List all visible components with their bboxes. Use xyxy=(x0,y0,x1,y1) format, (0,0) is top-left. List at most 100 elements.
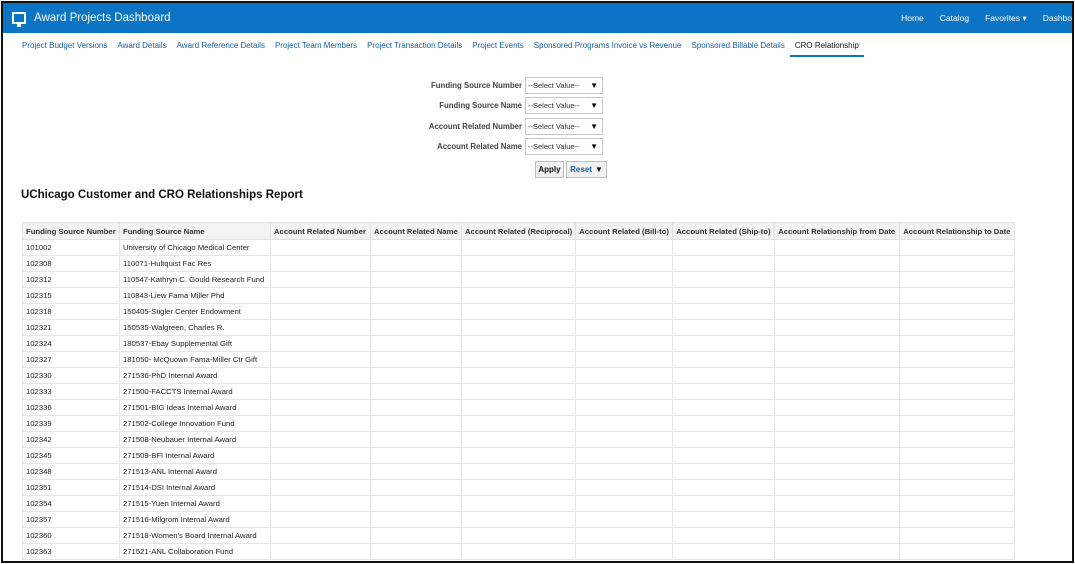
table-cell xyxy=(270,287,371,304)
table-cell xyxy=(370,527,462,544)
table-cell xyxy=(899,431,1016,448)
table-cell xyxy=(460,447,577,464)
table-cell xyxy=(270,543,371,560)
table-cell xyxy=(774,335,901,352)
table-row: 102321 150535-Walgreen, Charles R. xyxy=(22,319,1016,336)
nav-catalog-link[interactable]: Catalog xyxy=(940,13,969,23)
table-cell xyxy=(460,479,577,496)
table-cell xyxy=(774,463,901,480)
table-row: 102360 271518-Women's Board Internal Awar… xyxy=(22,527,1016,544)
table-cell: 102321 xyxy=(22,319,120,336)
table-cell: 102330 xyxy=(22,367,120,384)
table-cell xyxy=(460,415,577,432)
table-cell xyxy=(370,367,462,384)
table-cell xyxy=(899,287,1016,304)
table-cell: 271514-DSI Internal Award xyxy=(119,479,271,496)
column-header[interactable]: Account Relationship from Date xyxy=(774,222,901,240)
table-cell xyxy=(270,351,371,368)
table-cell xyxy=(270,399,371,416)
select-value: --Select Value-- xyxy=(528,80,580,90)
table-cell xyxy=(899,335,1016,352)
column-header[interactable]: Account Related Name xyxy=(370,222,462,240)
table-cell xyxy=(575,415,674,432)
nav-favorites-menu[interactable]: Favorites xyxy=(985,13,1027,24)
table-cell xyxy=(270,495,371,512)
table-cell xyxy=(774,303,901,320)
column-header[interactable]: Account Related (Ship-to) xyxy=(672,222,776,240)
column-header[interactable]: Account Related (Bill-to) xyxy=(575,222,674,240)
table-cell xyxy=(460,351,577,368)
tab-project-team-members[interactable]: Project Team Members xyxy=(270,41,362,57)
prompt-select[interactable]: --Select Value-- ▼ xyxy=(525,76,603,94)
table-cell xyxy=(672,479,776,496)
table-cell xyxy=(672,495,776,512)
table-cell xyxy=(370,511,462,528)
table-cell xyxy=(370,399,462,416)
app-header: Award Projects Dashboard Home Catalog Fa… xyxy=(3,3,1072,33)
tab-award-reference-details[interactable]: Award Reference Details xyxy=(172,41,270,57)
column-header[interactable]: Funding Source Name xyxy=(119,222,271,240)
table-cell: 271501-BIG Ideas Internal Award xyxy=(119,399,271,416)
apply-button[interactable]: Apply xyxy=(535,161,564,178)
column-header[interactable]: Account Relationship to Date xyxy=(899,222,1016,240)
caret-down-icon[interactable]: ▼ xyxy=(590,81,598,90)
tab-sponsored-billable-details[interactable]: Sponsored Billable Details xyxy=(686,41,789,57)
table-cell xyxy=(270,239,371,256)
column-header[interactable]: Account Related (Reciprocal) xyxy=(460,222,577,240)
table-cell: 110547-Kathryn C. Gould Research Fund xyxy=(119,271,271,288)
table-cell xyxy=(460,319,577,336)
table-cell xyxy=(672,511,776,528)
tab-project-events[interactable]: Project Events xyxy=(467,41,529,57)
table-cell xyxy=(672,527,776,544)
reset-button[interactable]: Reset ▼ xyxy=(566,161,607,178)
prompt-select[interactable]: --Select Value-- ▼ xyxy=(525,137,603,155)
table-cell xyxy=(575,255,674,272)
tab-project-transaction-details[interactable]: Project Transaction Details xyxy=(362,41,467,57)
table-cell xyxy=(370,543,462,560)
prompt-row: Account Related Name --Select Value-- ▼ xyxy=(383,137,603,155)
table-cell xyxy=(270,367,371,384)
column-header[interactable]: Funding Source Number xyxy=(22,222,120,240)
tab-project-budget-versions[interactable]: Project Budget Versions xyxy=(17,41,112,57)
nav-dashboards-menu[interactable]: Dashbo xyxy=(1043,13,1072,23)
tab-award-details[interactable]: Award Details xyxy=(112,41,171,57)
app-window: Award Projects Dashboard Home Catalog Fa… xyxy=(1,1,1074,563)
monitor-icon xyxy=(12,12,26,27)
column-header[interactable]: Account Related Number xyxy=(270,222,371,240)
table-row: 102345 271509-BFI Internal Award xyxy=(22,447,1016,464)
caret-down-icon[interactable]: ▼ xyxy=(590,101,598,110)
table-cell xyxy=(575,287,674,304)
table-cell xyxy=(270,447,371,464)
table-cell xyxy=(899,367,1016,384)
table-cell: 271502-College Innovation Fund xyxy=(119,415,271,432)
table-cell xyxy=(370,335,462,352)
table-cell xyxy=(575,495,674,512)
table-cell: 102363 xyxy=(22,543,120,560)
table-cell xyxy=(370,431,462,448)
table-cell xyxy=(460,239,577,256)
caret-down-icon[interactable]: ▼ xyxy=(590,142,598,151)
table-cell xyxy=(774,271,901,288)
table-cell xyxy=(899,383,1016,400)
table-cell xyxy=(774,383,901,400)
table-row: 102330 271536-PhD Internal Award xyxy=(22,367,1016,384)
table-cell xyxy=(460,335,577,352)
tab-sponsored-programs-invoice-vs-revenue[interactable]: Sponsored Programs Invoice vs Revenue xyxy=(529,41,687,57)
table-cell: 102357 xyxy=(22,511,120,528)
table-cell xyxy=(460,463,577,480)
table-cell xyxy=(899,479,1016,496)
table-cell xyxy=(575,463,674,480)
prompt-label: Funding Source Number xyxy=(431,80,522,90)
table-cell xyxy=(774,351,901,368)
table-cell xyxy=(270,415,371,432)
table-cell xyxy=(370,287,462,304)
tab-cro-relationship[interactable]: CRO Relationship xyxy=(789,41,864,57)
caret-down-icon[interactable]: ▼ xyxy=(590,122,598,131)
prompt-select[interactable]: --Select Value-- ▼ xyxy=(525,117,603,135)
table-cell xyxy=(270,319,371,336)
prompt-select[interactable]: --Select Value-- ▼ xyxy=(525,96,603,114)
table-cell xyxy=(774,319,901,336)
table-cell xyxy=(575,383,674,400)
nav-home-link[interactable]: Home xyxy=(901,13,924,23)
table-cell: 102345 xyxy=(22,447,120,464)
